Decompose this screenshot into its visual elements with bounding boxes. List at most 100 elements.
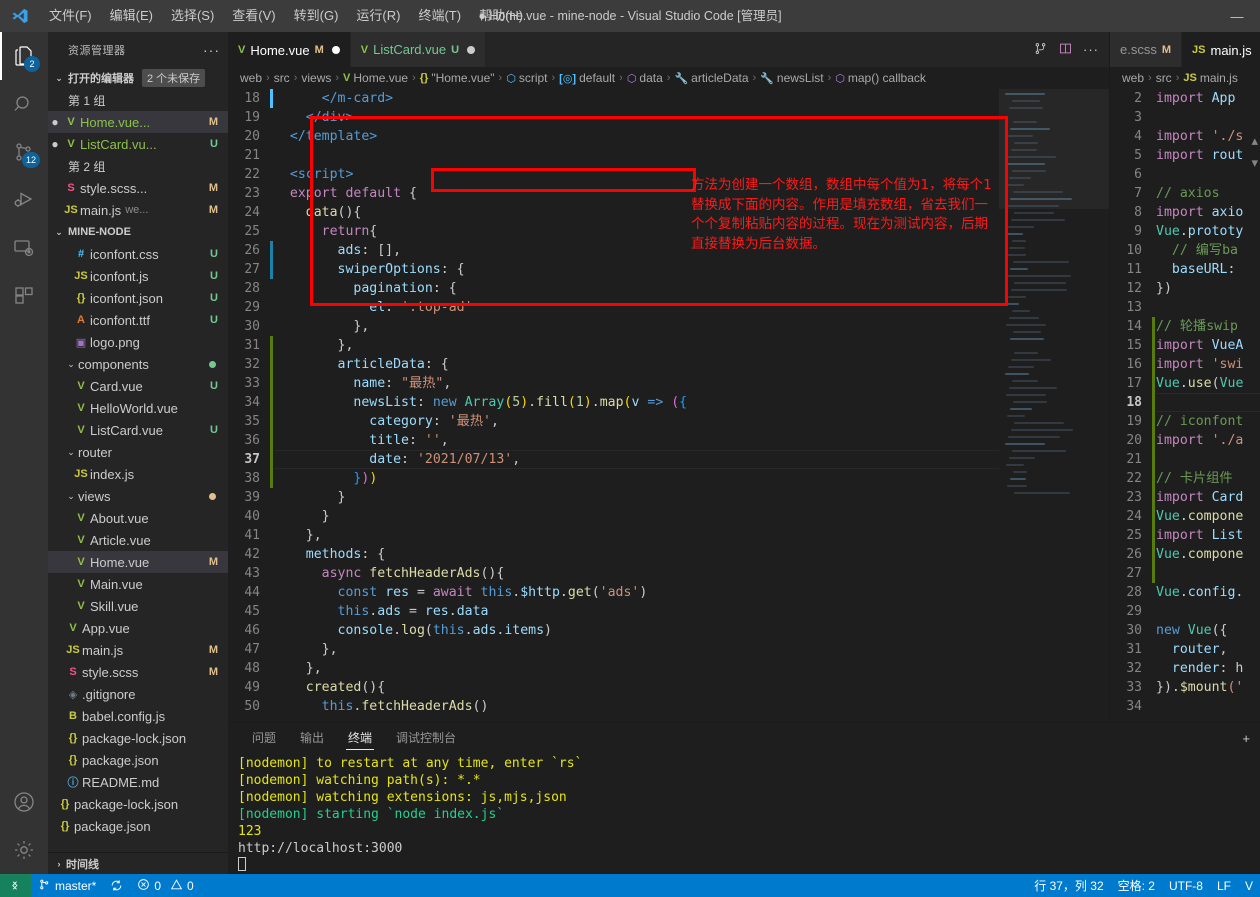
breadcrumb-item[interactable]: {} "Home.vue" [420,71,495,85]
open-editor-main-js[interactable]: JS main.js we... M [48,199,228,221]
menu-bar[interactable]: 文件(F) 编辑(E) 选择(S) 查看(V) 转到(G) 运行(R) 终端(T… [40,0,532,32]
code-line[interactable]: 33 name: "最热", [228,374,1109,393]
tree-item-article-vue[interactable]: V Article.vue [48,529,228,551]
tree-item-iconfont-json[interactable]: {} iconfont.json U [48,287,228,309]
tab-listcard-vue[interactable]: V ListCard.vue U [350,32,487,67]
tree-item-iconfont-js[interactable]: JS iconfont.js U [48,265,228,287]
menu-view[interactable]: 查看(V) [223,0,284,32]
tree-item-about-vue[interactable]: V About.vue [48,507,228,529]
code-content[interactable]: 2 import App 3 4 import './s 5 import rout 6 7//… [1110,89,1260,722]
source-control-icon[interactable]: 12 [0,128,48,176]
code-line[interactable]: 21 [228,146,1109,165]
breadcrumb-item[interactable]: views [301,71,331,85]
code-line[interactable]: 30 }, [228,317,1109,336]
search-icon[interactable] [0,80,48,128]
run-debug-icon[interactable] [0,176,48,224]
code-line[interactable]: 14 // 轮播swip [1110,317,1260,336]
dirty-dot[interactable] [467,45,476,54]
git-branch-status[interactable]: master* [31,874,103,897]
code-line[interactable]: 46 console.log(this.ads.items) [228,621,1109,640]
more-actions-icon[interactable]: ··· [203,42,220,58]
scroll-down-icon[interactable]: ▾ [1251,155,1258,171]
code-line[interactable]: 24 Vue.compone [1110,507,1260,526]
code-line[interactable]: 42 methods: { [228,545,1109,564]
breadcrumb-item[interactable]: ⬡ map() callback [835,71,926,85]
code-line[interactable]: 49 created(){ [228,678,1109,697]
code-line[interactable]: 27 swiperOptions: { [228,260,1109,279]
terminal-output[interactable]: [nodemon] to restart at any time, enter … [228,753,1260,874]
code-line[interactable]: 25 import List [1110,526,1260,545]
sync-icon[interactable] [103,874,130,897]
breadcrumb-left[interactable]: web › src › views › V Home.vue ›{} "Home.vue" › ⬡ sc… [228,67,1109,89]
code-line[interactable]: 43 async fetchHeaderAds(){ [228,564,1109,583]
open-editor-style-scss[interactable]: S style.scss... M [48,177,228,199]
menu-edit[interactable]: 编辑(E) [101,0,162,32]
explorer-icon[interactable]: 2 [0,32,48,80]
code-line[interactable]: 23 import Card [1110,488,1260,507]
problems-status[interactable]: 0 0 [130,874,200,897]
breadcrumb-item[interactable]: V Home.vue [343,71,408,85]
breadcrumb-item[interactable]: ⬡ script [506,71,547,85]
panel-tab-output[interactable]: 输出 [288,723,336,753]
code-line[interactable]: 19 </div> [228,108,1109,127]
code-line[interactable]: 17 Vue.use(Vue [1110,374,1260,393]
cursor-position[interactable]: 行 37，列 32 [1027,874,1110,897]
breadcrumb-item[interactable]: src [1156,71,1172,85]
breadcrumb-item[interactable]: ⬡ data [627,71,663,85]
remote-indicator-icon[interactable] [0,874,31,897]
code-line[interactable]: 40 } [228,507,1109,526]
minimap[interactable] [999,89,1109,722]
code-line[interactable]: 11 baseURL: [1110,260,1260,279]
tree-item-package-lock-json[interactable]: {} package-lock.json [48,727,228,749]
tree-item-package-lock-json[interactable]: {} package-lock.json [48,793,228,815]
account-icon[interactable] [0,778,48,826]
menu-go[interactable]: 转到(G) [285,0,348,32]
code-line[interactable]: 36 title: '', [228,431,1109,450]
more-actions-icon[interactable]: ··· [1083,42,1099,57]
status-bar-right[interactable]: 行 37，列 32 空格: 2 UTF-8 LF V [1027,874,1260,897]
menu-run[interactable]: 运行(R) [347,0,409,32]
tree-item-router[interactable]: ⌄ router [48,441,228,463]
code-line[interactable]: 22 // 卡片组件 [1110,469,1260,488]
tree-item-views[interactable]: ⌄ views [48,485,228,507]
code-line[interactable]: 27 [1110,564,1260,583]
code-line[interactable]: 10 // 编写ba [1110,241,1260,260]
tree-item-app-vue[interactable]: V App.vue [48,617,228,639]
split-editor-down-icon[interactable] [1033,41,1048,59]
tree-item-iconfont-ttf[interactable]: Aiconfont.ttf U [48,309,228,331]
breadcrumb-item[interactable]: [◎] default [559,71,615,85]
menu-terminal[interactable]: 终端(T) [409,0,470,32]
menu-file[interactable]: 文件(F) [40,0,101,32]
eol-setting[interactable]: LF [1210,874,1238,897]
code-line[interactable]: 18 </m-card> [228,89,1109,108]
code-line[interactable]: 7 // axios [1110,184,1260,203]
tree-item-card-vue[interactable]: V Card.vue U [48,375,228,397]
code-line[interactable]: 44 const res = await this.$http.get('ads… [228,583,1109,602]
breadcrumb-item[interactable]: web [240,71,262,85]
editor-actions[interactable]: ··· [1023,32,1109,67]
open-editor-listcard-vue[interactable]: ● V ListCard.vu... U [48,133,228,155]
indentation-setting[interactable]: 空格: 2 [1111,874,1162,897]
code-line[interactable]: 2 import App [1110,89,1260,108]
code-line[interactable]: 3 [1110,108,1260,127]
editor-tabs-left[interactable]: V Home.vue M V ListCard.vue U ··· [228,32,1109,67]
code-line[interactable]: 15 import VueA [1110,336,1260,355]
code-line[interactable]: 26 Vue.compone [1110,545,1260,564]
file-tree[interactable]: # iconfont.css U JS iconfont.js U{} iconfont.j… [48,243,228,852]
scroll-up-icon[interactable]: ▴ [1251,133,1258,149]
gear-icon[interactable] [0,826,48,874]
tree-item-main-js[interactable]: JS main.js M [48,639,228,661]
code-line[interactable]: 19 // iconfont [1110,412,1260,431]
tree-item-package-json[interactable]: {} package.json [48,749,228,771]
encoding-setting[interactable]: UTF-8 [1162,874,1210,897]
tree-item-home-vue[interactable]: V Home.vue M [48,551,228,573]
code-line[interactable]: 21 [1110,450,1260,469]
code-line[interactable]: 8 import axio [1110,203,1260,222]
code-line[interactable]: 16 import 'swi [1110,355,1260,374]
add-terminal-icon[interactable]: + [1242,731,1250,746]
dirty-dot[interactable] [331,46,340,54]
tree-item-index-js[interactable]: JS index.js [48,463,228,485]
tree-item-readme-md[interactable]: ⓘ README.md [48,771,228,793]
open-editor-home-vue[interactable]: ● V Home.vue... M [48,111,228,133]
timeline-section[interactable]: › 时间线 [48,852,228,874]
